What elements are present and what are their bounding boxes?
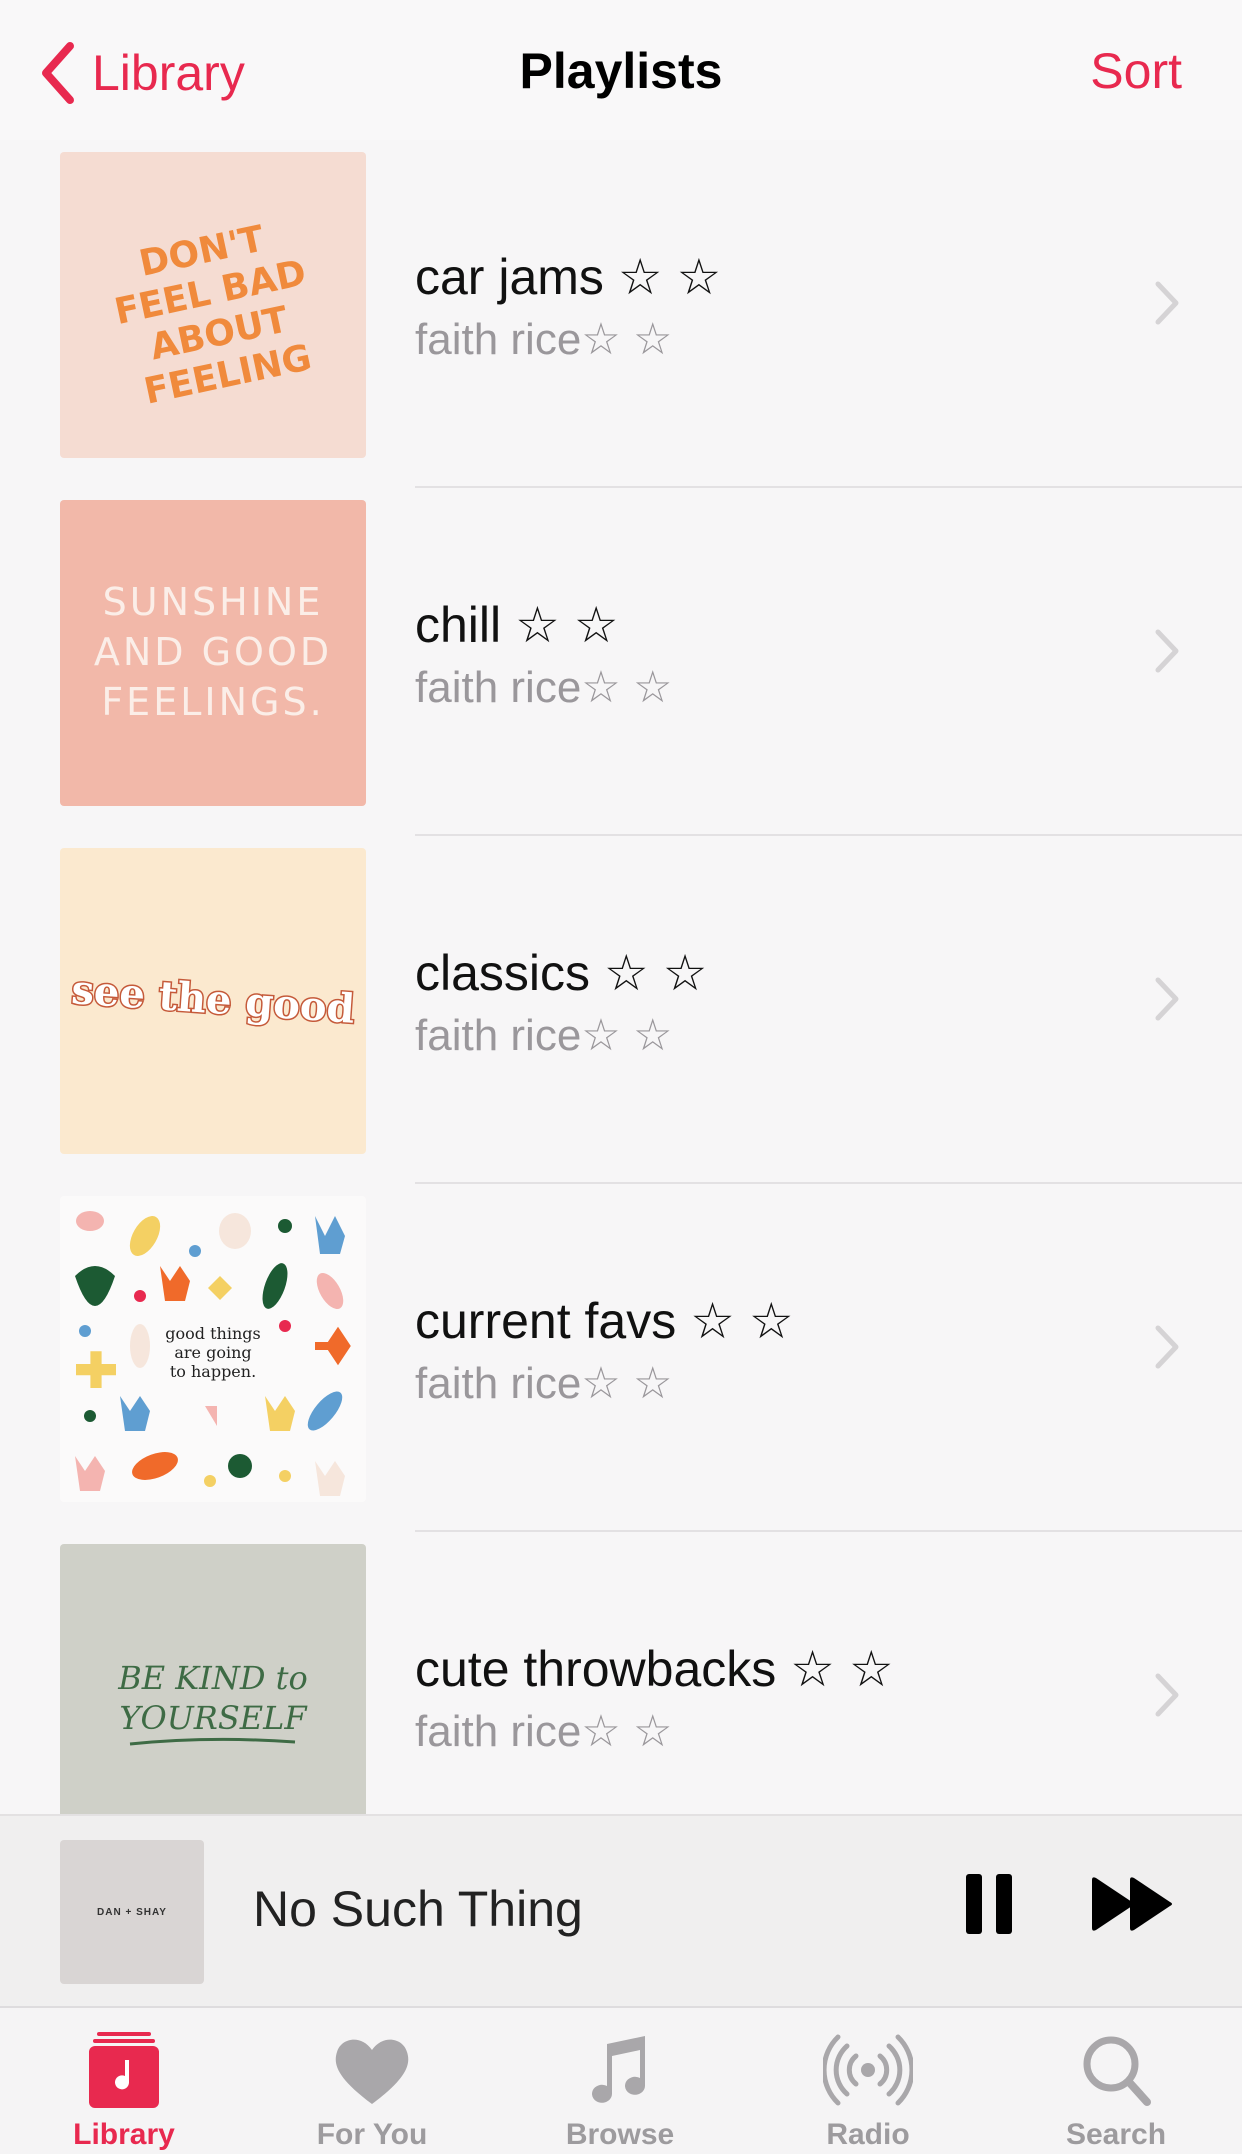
art-text-line: YOURSELF bbox=[119, 1699, 308, 1737]
tab-label: Search bbox=[1065, 2118, 1167, 2151]
mini-player[interactable]: DAN + SHAY No Such Thing bbox=[0, 1814, 1242, 2006]
tab-label: Radio bbox=[826, 2118, 910, 2151]
music-note-icon bbox=[592, 2036, 645, 2103]
playlist-author: faith rice☆ ☆ bbox=[415, 1707, 673, 1756]
playlist-author: faith rice☆ ☆ bbox=[415, 663, 673, 712]
tab-label: Library bbox=[73, 2118, 175, 2151]
tab-search[interactable]: Search bbox=[992, 2008, 1240, 2154]
search-icon bbox=[1083, 2036, 1151, 2106]
tab-label: Browse bbox=[565, 2118, 675, 2151]
page-title: Playlists bbox=[519, 43, 723, 99]
playlist-artwork: see the good bbox=[60, 848, 366, 1154]
tab-label: For You bbox=[316, 2118, 428, 2151]
playlist-row[interactable]: SUNSHINE AND GOOD FEELINGS. chill ☆ ☆ fa… bbox=[0, 488, 1242, 836]
playlist-artwork: BE KIND to YOURSELF bbox=[60, 1544, 366, 1826]
heart-icon bbox=[335, 2039, 409, 2104]
art-text-line: SUNSHINE bbox=[103, 580, 324, 624]
tab-radio[interactable]: Radio bbox=[744, 2008, 992, 2154]
tab-bar: Library For You Browse Radio Search bbox=[0, 2006, 1242, 2154]
now-playing-artwork: DAN + SHAY bbox=[60, 1840, 204, 1984]
playlist-title: chill ☆ ☆ bbox=[415, 597, 619, 653]
playlist-author: faith rice☆ ☆ bbox=[415, 1011, 673, 1060]
art-text-line: good things bbox=[165, 1324, 260, 1343]
playlist-row[interactable]: good things are going to happen. current… bbox=[0, 1184, 1242, 1532]
tab-library[interactable]: Library bbox=[0, 2008, 248, 2154]
now-playing-title: No Such Thing bbox=[253, 1881, 583, 1937]
chevron-right-icon bbox=[1155, 629, 1179, 673]
art-text-line: are going bbox=[174, 1343, 251, 1362]
library-icon bbox=[89, 2032, 159, 2108]
art-text-line: BE KIND to bbox=[117, 1659, 308, 1697]
art-text-line: AND GOOD bbox=[94, 630, 332, 674]
playlist-row[interactable]: DON'T FEEL BAD ABOUT FEELING car jams ☆ … bbox=[0, 140, 1242, 488]
pause-icon[interactable] bbox=[964, 1872, 1014, 1936]
tab-browse[interactable]: Browse bbox=[496, 2008, 744, 2154]
art-text-line: to happen. bbox=[170, 1362, 256, 1381]
chevron-right-icon bbox=[1155, 281, 1179, 325]
chevron-right-icon bbox=[1155, 1325, 1179, 1369]
chevron-right-icon bbox=[1155, 1673, 1179, 1717]
playlist-title: cute throwbacks ☆ ☆ bbox=[415, 1641, 894, 1697]
playlist-title: classics ☆ ☆ bbox=[415, 945, 708, 1001]
playlist-row[interactable]: see the good classics ☆ ☆ faith rice☆ ☆ bbox=[0, 836, 1242, 1184]
sort-button[interactable]: Sort bbox=[1090, 42, 1182, 100]
fast-forward-icon[interactable] bbox=[1090, 1876, 1176, 1932]
chevron-right-icon bbox=[1155, 977, 1179, 1021]
playlist-author: faith rice☆ ☆ bbox=[415, 1359, 673, 1408]
art-text-line: FEELINGS. bbox=[101, 680, 324, 724]
playlist-title: car jams ☆ ☆ bbox=[415, 249, 722, 305]
art-text-line: see the good bbox=[70, 966, 356, 1033]
playlist-title: current favs ☆ ☆ bbox=[415, 1293, 794, 1349]
radio-icon bbox=[823, 2034, 913, 2106]
now-playing-art-text: DAN + SHAY bbox=[97, 1906, 167, 1918]
playlist-author: faith rice☆ ☆ bbox=[415, 315, 673, 364]
tab-for-you[interactable]: For You bbox=[248, 2008, 496, 2154]
playlist-artwork: DON'T FEEL BAD ABOUT FEELING bbox=[60, 152, 366, 458]
nav-bar: Library Playlists Sort bbox=[0, 0, 1242, 140]
playlist-artwork: SUNSHINE AND GOOD FEELINGS. bbox=[60, 500, 366, 806]
playlist-artwork: good things are going to happen. bbox=[60, 1196, 366, 1502]
